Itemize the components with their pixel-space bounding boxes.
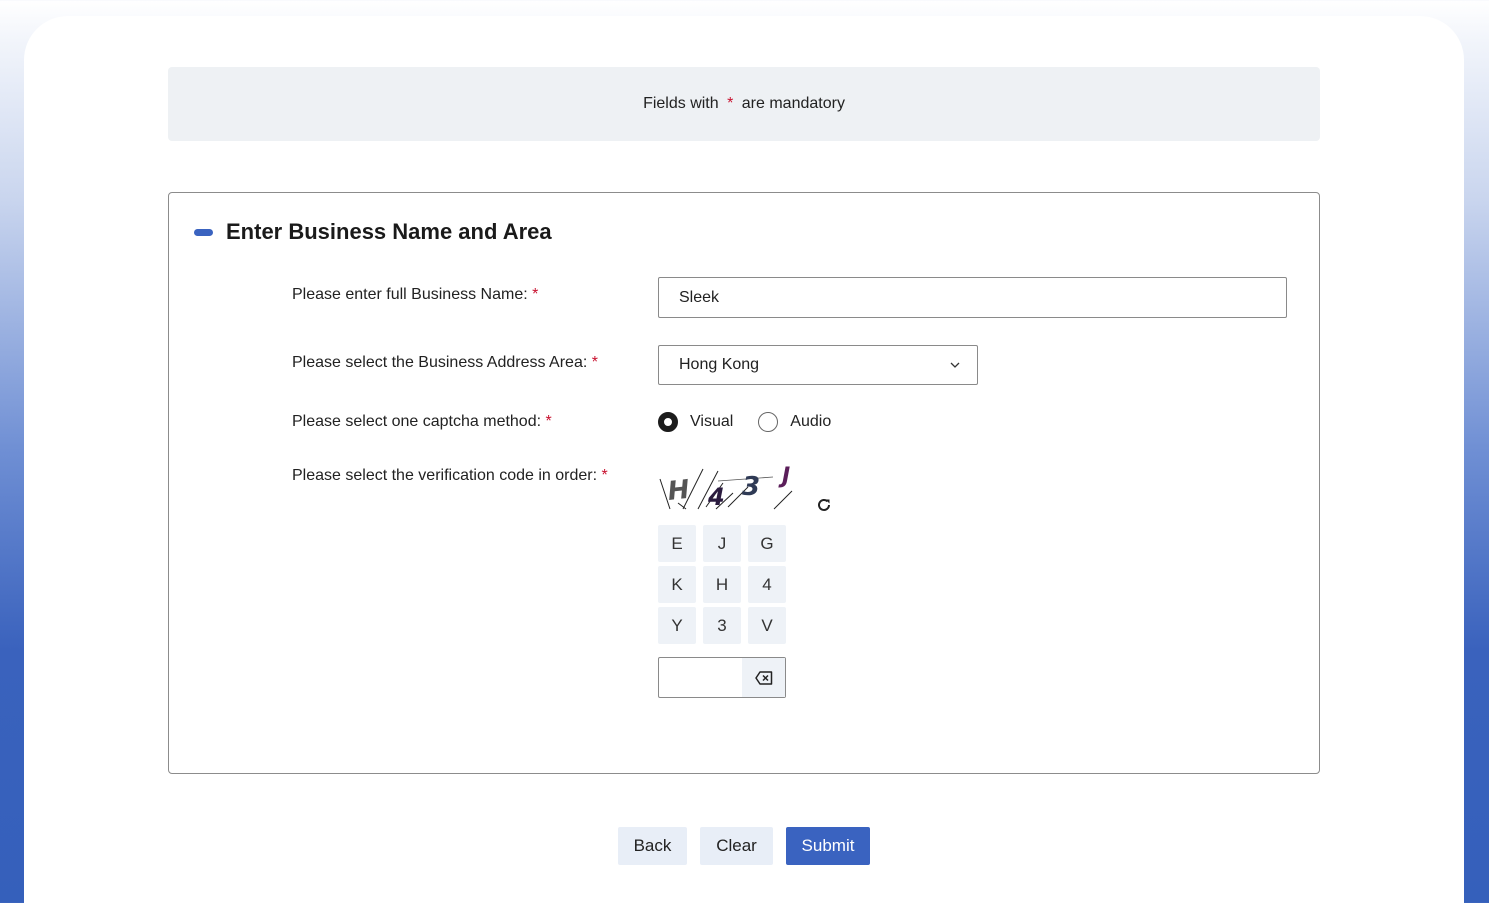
required-mark: *: [532, 286, 539, 303]
keypad-key[interactable]: 4: [748, 566, 786, 603]
notice-prefix: Fields with: [643, 95, 724, 112]
business-name-input[interactable]: Sleek: [658, 277, 1287, 318]
keypad-key[interactable]: J: [703, 525, 741, 562]
captcha-char-2: 4: [707, 483, 725, 511]
address-area-select[interactable]: Hong Kong: [658, 345, 978, 385]
business-name-label: Please enter full Business Name: *: [292, 286, 538, 304]
collapse-icon[interactable]: [194, 229, 213, 236]
verification-label-text: Please select the verification code in o…: [292, 467, 598, 484]
captcha-char-1: H: [666, 475, 691, 507]
keypad-key[interactable]: E: [658, 525, 696, 562]
verification-code-input[interactable]: [658, 657, 786, 698]
business-section: Enter Business Name and Area Please ente…: [168, 192, 1320, 774]
captcha-method-radios: Visual Audio: [658, 412, 831, 432]
section-title: Enter Business Name and Area: [226, 219, 552, 244]
mandatory-notice: Fields with * are mandatory: [168, 67, 1320, 141]
address-area-label-text: Please select the Business Address Area:: [292, 354, 588, 371]
required-mark: *: [591, 354, 598, 371]
radio-audio-label[interactable]: Audio: [790, 413, 831, 431]
form-actions: Back Clear Submit: [618, 827, 870, 865]
verification-label: Please select the verification code in o…: [292, 467, 608, 485]
notice-suffix: are mandatory: [737, 95, 845, 112]
captcha-method-label-text: Please select one captcha method:: [292, 413, 542, 430]
notice-asterisk: *: [727, 95, 734, 112]
required-mark: *: [601, 467, 608, 484]
backspace-icon: [754, 670, 772, 685]
chevron-down-icon: [950, 362, 960, 368]
clear-button[interactable]: Clear: [700, 827, 773, 865]
keypad-key[interactable]: G: [748, 525, 786, 562]
refresh-icon[interactable]: [816, 497, 832, 513]
captcha-method-label: Please select one captcha method: *: [292, 413, 552, 431]
form-card: Fields with * are mandatory Enter Busine…: [24, 16, 1464, 903]
business-name-value: Sleek: [679, 288, 720, 306]
captcha-keypad: E J G K H 4 Y 3 V: [658, 525, 786, 644]
back-button[interactable]: Back: [618, 827, 687, 865]
keypad-key[interactable]: H: [703, 566, 741, 603]
backspace-button[interactable]: [742, 658, 785, 697]
radio-visual[interactable]: [658, 412, 678, 432]
captcha-char-3: 3: [742, 472, 760, 502]
address-area-label: Please select the Business Address Area:…: [292, 354, 598, 372]
radio-audio[interactable]: [758, 412, 779, 432]
captcha-char-4: J: [778, 464, 790, 489]
verification-code-value[interactable]: [659, 658, 742, 697]
address-area-value: Hong Kong: [679, 356, 760, 373]
radio-visual-label[interactable]: Visual: [690, 413, 733, 431]
keypad-key[interactable]: 3: [703, 607, 741, 644]
required-mark: *: [545, 413, 552, 430]
keypad-key[interactable]: K: [658, 566, 696, 603]
keypad-key[interactable]: Y: [658, 607, 696, 644]
submit-button[interactable]: Submit: [786, 827, 870, 865]
keypad-key[interactable]: V: [748, 607, 786, 644]
business-name-label-text: Please enter full Business Name:: [292, 286, 528, 303]
captcha-image: H 4 3 J: [659, 464, 793, 511]
